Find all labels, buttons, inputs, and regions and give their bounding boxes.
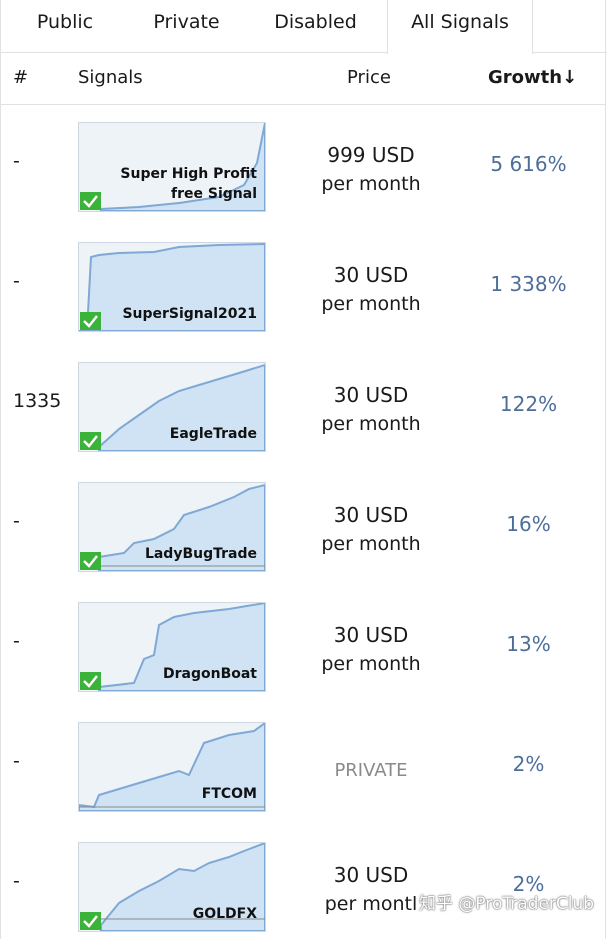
check-badge-icon: [80, 912, 101, 930]
growth-value: 16%: [506, 512, 551, 536]
price-cell: 30 USD per month: [321, 263, 421, 315]
rank-value: -: [13, 750, 20, 772]
signal-thumbnail[interactable]: Super High Profit free Signal: [78, 122, 266, 212]
tab-private[interactable]: Private: [129, 0, 244, 53]
rank-value: -: [13, 870, 20, 892]
check-badge-icon: [80, 552, 101, 570]
signal-thumbnail[interactable]: EagleTrade: [78, 362, 266, 452]
growth-value: 13%: [506, 632, 551, 656]
signal-thumbnail[interactable]: FTCOM: [78, 722, 266, 812]
table-header: # Signals Price Growth↓: [1, 53, 606, 105]
growth-value: 2%: [512, 752, 545, 776]
signal-thumbnail[interactable]: LadyBugTrade: [78, 482, 266, 572]
rank-value: 1335: [13, 390, 62, 412]
check-badge-icon: [80, 432, 101, 450]
table-row[interactable]: 1335 EagleTrade 30 USD per month 122%: [1, 346, 606, 466]
signal-name: LadyBugTrade: [144, 546, 257, 562]
growth-sort-header[interactable]: Growth↓: [488, 67, 577, 88]
rank-value: -: [13, 630, 20, 652]
price-cell: 30 USD per month: [321, 503, 421, 555]
signals-column-header: Signals: [78, 67, 143, 88]
tab-public[interactable]: Public: [1, 0, 129, 53]
table-row[interactable]: - SuperSignal2021 30 USD per month 1 338%: [1, 226, 606, 346]
rank-column-header: #: [13, 67, 29, 88]
table-row[interactable]: - LadyBugTrade 30 USD per month 16%: [1, 466, 606, 586]
signal-name: DragonBoat: [162, 666, 257, 682]
check-badge-icon: [80, 672, 101, 690]
tab-all-signals[interactable]: All Signals: [387, 0, 533, 54]
growth-value: 5 616%: [490, 152, 567, 176]
table-row[interactable]: - Super High Profit free Signal 999 USD pe…: [1, 106, 606, 226]
signal-name: GOLDFX: [192, 906, 257, 922]
signal-name: EagleTrade: [169, 426, 257, 442]
signal-thumbnail[interactable]: GOLDFX: [78, 842, 266, 932]
watermark: 知乎 @ProTraderClub: [419, 894, 595, 914]
table-row[interactable]: - FTCOM PRIVATE 2%: [1, 706, 606, 826]
table-row[interactable]: - GOLDFX 30 USD per montl 2%: [1, 826, 606, 939]
signal-thumbnail[interactable]: DragonBoat: [78, 602, 266, 692]
tab-bar: Public Private Disabled All Signals: [1, 0, 607, 54]
price-cell: 30 USD per month: [321, 383, 421, 435]
price-cell: 30 USD per month: [321, 623, 421, 675]
tab-disabled[interactable]: Disabled: [244, 0, 387, 53]
price-cell: PRIVATE: [334, 760, 408, 781]
rank-value: -: [13, 150, 20, 172]
price-column-header: Price: [347, 67, 391, 88]
signals-panel: Public Private Disabled All Signals # Si…: [0, 0, 607, 939]
rank-value: -: [13, 270, 20, 292]
check-badge-icon: [80, 192, 101, 210]
rank-value: -: [13, 510, 20, 532]
signal-name: Super High Profit free Signal: [120, 166, 257, 202]
signal-name: FTCOM: [201, 786, 257, 802]
signal-thumbnail[interactable]: SuperSignal2021: [78, 242, 266, 332]
growth-value: 122%: [499, 392, 558, 416]
growth-value: 1 338%: [490, 272, 567, 296]
check-badge-icon: [80, 312, 101, 330]
signal-name: SuperSignal2021: [122, 306, 257, 322]
price-cell: 999 USD per month: [321, 143, 421, 195]
table-row[interactable]: - DragonBoat 30 USD per month 13%: [1, 586, 606, 706]
